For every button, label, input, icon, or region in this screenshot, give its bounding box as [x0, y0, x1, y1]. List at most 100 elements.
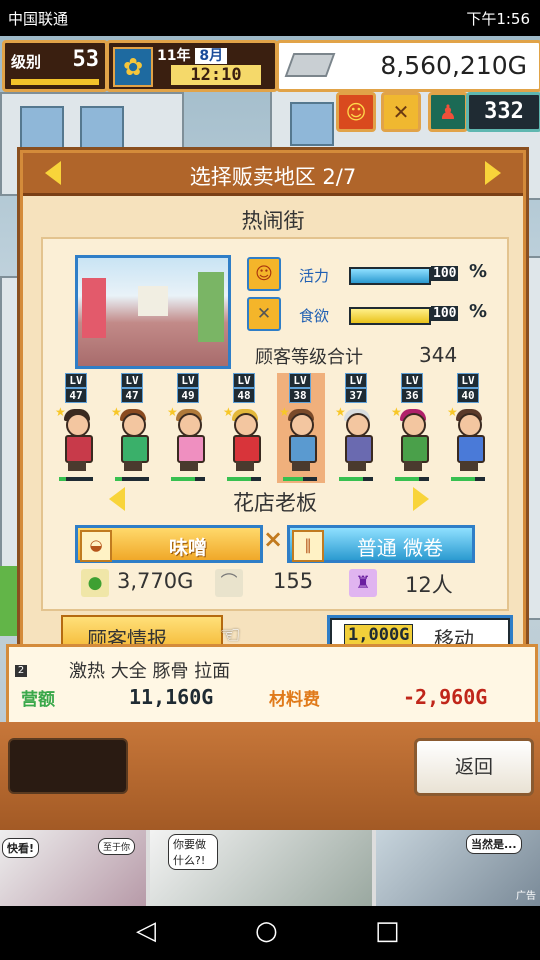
move-cost: 1,000G [344, 624, 414, 646]
speech-bubble: 至于你 [98, 838, 136, 855]
next-customer-arrow-icon[interactable] [413, 487, 429, 511]
material-cost-label: 材料费 [269, 690, 320, 710]
vigor-icon[interactable]: ☺ [336, 92, 376, 132]
customer-body [345, 435, 373, 463]
customer-level: 47 [65, 388, 87, 403]
customer-card[interactable]: LV 37 ★ [333, 373, 381, 483]
navigation-bar: ◁ ○ □ [0, 906, 540, 960]
customer-health-bar [451, 477, 485, 481]
customer-body [65, 435, 93, 463]
customer-legs [348, 461, 366, 471]
thumb-shop [198, 272, 224, 342]
speech-bubble: 你要做什么?! [168, 834, 218, 870]
thumb-sign [138, 286, 168, 316]
customer-card[interactable]: LV 48 ★ [221, 373, 269, 483]
sunflower-icon: ✿ [113, 47, 153, 87]
customer-card[interactable]: LV 47 ★ [109, 373, 157, 483]
noodle-label: 普通 微卷 [356, 536, 444, 560]
people-icon: ♜ [349, 569, 377, 597]
back-triangle-icon[interactable]: ◁ [136, 916, 156, 946]
window [80, 106, 124, 150]
revenue-value: 11,160G [129, 685, 214, 709]
noodle-icon: ∥ [292, 530, 324, 562]
customer-level: 40 [457, 388, 479, 403]
customer-legs [236, 461, 254, 471]
recent-apps-square-icon[interactable]: □ [375, 916, 400, 946]
customer-icon[interactable]: ♟ [428, 92, 468, 132]
bowl-icon: ◒ [80, 530, 112, 562]
appetite-stat-icon: ✕ [247, 297, 281, 331]
revenue-label: 营额 [21, 690, 55, 710]
spoon-icon: ⌒ [215, 569, 243, 597]
customer-card[interactable]: LV 49 ★ [165, 373, 213, 483]
customer-card[interactable]: LV 47 ★ [53, 373, 101, 483]
fork-knife-icon[interactable]: ✕ [381, 92, 421, 132]
lv-label: LV [233, 373, 255, 388]
next-region-arrow-icon[interactable] [485, 161, 501, 185]
back-button[interactable]: 返回 [414, 738, 534, 796]
appetite-percent-sign: % [469, 301, 488, 322]
customer-head [290, 413, 314, 437]
customer-head [458, 413, 482, 437]
thumb-shop [82, 278, 106, 338]
comic-panel: 你要做什么?! [150, 830, 372, 906]
customer-legs [460, 461, 478, 471]
people-value: 12人 [405, 573, 453, 597]
home-circle-icon[interactable]: ○ [255, 916, 278, 946]
lv-label: LV [289, 373, 311, 388]
customer-card-selected[interactable]: LV 38 ★ [277, 373, 325, 483]
speech-bubble: 快看! [2, 838, 40, 858]
lv-label: LV [401, 373, 423, 388]
customer-health-bar [339, 477, 373, 481]
district-thumbnail [75, 255, 231, 369]
customer-head [66, 413, 90, 437]
customer-health-bar [59, 477, 93, 481]
customer-legs [292, 461, 310, 471]
appetite-value: 100 [431, 306, 459, 321]
customer-legs [180, 461, 198, 471]
appetite-gauge [349, 307, 431, 325]
customer-body [457, 435, 485, 463]
year-label: 11年 [157, 48, 191, 64]
level-progress-bar [11, 79, 99, 85]
noodle-preference: ∥ 普通 微卷 [287, 525, 475, 563]
customer-body [121, 435, 149, 463]
customer-level: 36 [401, 388, 423, 403]
menu-name: 激热 大全 豚骨 拉面 [69, 661, 231, 682]
comic-panel: 当然是... 广告 [376, 830, 540, 906]
customer-body [233, 435, 261, 463]
budget-value: 3,770G [117, 569, 194, 593]
customer-head [122, 413, 146, 437]
customer-card[interactable]: LV 40 ★ [445, 373, 493, 483]
window [290, 102, 334, 146]
customer-health-bar [115, 477, 149, 481]
customer-health-bar [171, 477, 205, 481]
level-box: 级别 53 [2, 40, 108, 92]
money-icon [284, 53, 336, 77]
appetite-label: 食欲 [299, 307, 330, 325]
customer-legs [124, 461, 142, 471]
window [20, 106, 64, 150]
customer-head [346, 413, 370, 437]
customer-health-bar [283, 477, 317, 481]
customer-head [402, 413, 426, 437]
lv-label: LV [345, 373, 367, 388]
customer-level-total-label: 顾客等级合计 [255, 347, 363, 368]
level-label: 级别 [11, 53, 42, 71]
customer-card[interactable]: LV 36 ★ [389, 373, 437, 483]
level-value: 53 [72, 47, 100, 72]
carrier-label: 中国联通 [8, 10, 69, 28]
dark-panel [8, 738, 128, 794]
wallet-icon: ● [81, 569, 109, 597]
region-select-panel: 选择贩卖地区 2/7 热闹街 ☺ 活力 100 % ✕ 食欲 100 % 顾客等… [20, 150, 526, 664]
speech-bubble: 当然是... [466, 834, 522, 854]
ad-banner[interactable]: 快看! 至于你 你要做什么?! 当然是... 广告 [0, 830, 540, 906]
soup-label: 味噌 [168, 537, 207, 559]
money-value: 8,560,210G [380, 51, 527, 80]
customer-legs [404, 461, 422, 471]
customer-health-bar [227, 477, 261, 481]
ad-tag: 广告 [516, 891, 536, 902]
panel-header: 选择贩卖地区 2/7 [23, 153, 523, 196]
vigor-label: 活力 [299, 267, 330, 285]
date-box: ✿ 11年 8月 12:10 [106, 40, 278, 92]
